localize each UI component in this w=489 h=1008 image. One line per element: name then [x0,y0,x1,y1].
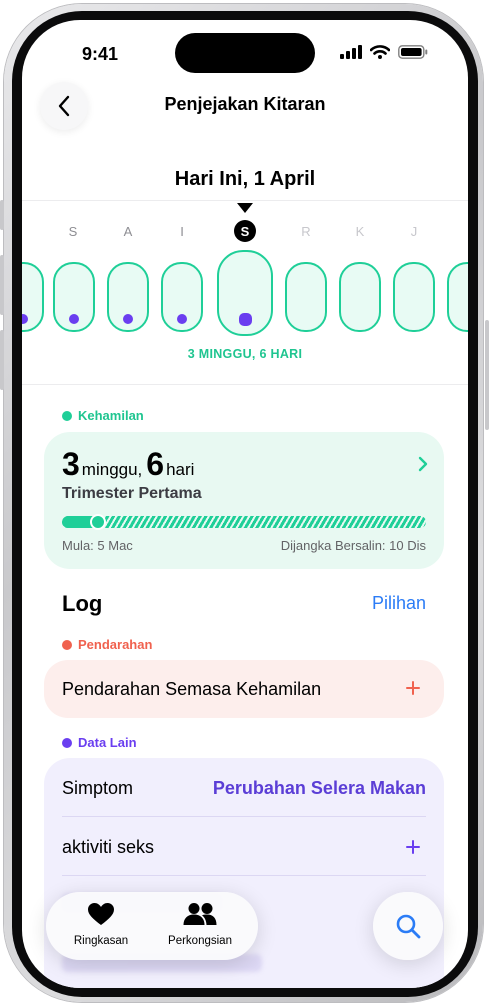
log-dot [123,314,133,324]
log-title: Log [62,591,103,616]
pregnancy-section-text: Kehamilan [78,408,144,423]
today-day-letter: S [234,220,256,242]
chevron-right-icon [418,456,428,472]
signal-icon [340,45,362,59]
heart-icon [88,903,114,925]
day-pill[interactable] [447,262,468,332]
date-header: Hari Ini, 1 April [174,168,316,190]
calendar-divider [22,384,468,385]
day-letter: R [301,224,311,239]
log-dot [22,314,28,324]
pregnancy-bullet [62,410,72,421]
weeks-value: 3 [62,446,80,482]
sex-activity-label: aktiviti seks [62,837,155,857]
pregnancy-duration-label: 3 MINGGU, 6 HARI [187,347,303,361]
bleeding-bullet [62,639,72,650]
pregnancy-start-date: Mula: 5 Mac [62,538,133,553]
day-pill[interactable] [107,262,149,332]
page-title: Penjejakan Kitaran [164,94,326,114]
bleeding-section-label: Pendarahan [62,637,152,652]
pregnancy-due-date: Dijangka Bersalin: 10 Dis [280,538,426,553]
plus-icon [406,840,420,854]
people-icon [183,903,217,925]
bleeding-card[interactable]: Pendarahan Semasa Kehamilan [44,660,444,718]
dynamic-island [175,33,315,73]
other-data-section-label: Data Lain [62,735,137,750]
pregnancy-section-label: Kehamilan [62,408,144,423]
symptom-value[interactable]: Perubahan Selera Makan [213,778,426,799]
battery-icon [398,45,428,59]
phone-power-button [485,320,489,430]
row-divider [62,816,426,817]
log-dot [177,314,187,324]
bleeding-section-text: Pendarahan [78,637,153,652]
phone-action-button [0,200,4,230]
tab-sharing[interactable]: Perkongsian [150,902,250,947]
wifi-icon [370,45,390,59]
tab-summary[interactable]: Ringkasan [51,902,151,947]
tab-sharing-label: Perkongsian [168,935,232,947]
screen: 9:41 Penjejakan Kitaran Hari Ini, 1 Apri… [22,20,468,988]
days-unit: hari [166,460,195,479]
day-pill[interactable] [339,262,381,332]
tab-summary-label: Ringkasan [73,935,129,947]
plus-icon [406,681,420,695]
today-pointer [237,203,253,213]
date-divider [22,200,468,201]
log-dot [238,313,252,326]
tab-bar: Ringkasan Perkongsian [46,892,258,960]
pregnancy-card[interactable]: 3 minggu, 6 hari Trimester Pertama Mula: 5 … [44,432,444,569]
status-time: 9:41 [82,44,119,64]
bleeding-row-label: Pendarahan Semasa Kehamilan [62,679,322,699]
day-pill[interactable] [393,262,435,332]
day-pill-today[interactable] [217,250,273,336]
day-pill[interactable] [53,262,95,332]
add-bleeding-button[interactable] [406,675,420,701]
trimester-label: Trimester Pertama [62,485,202,502]
days-value: 6 [146,446,165,482]
row-divider [62,875,426,876]
phone-volume-up [0,255,4,315]
day-letter: J [410,224,418,239]
day-letter: S [68,224,78,239]
search-button[interactable] [373,892,443,960]
day-pill[interactable] [285,262,327,332]
pregnancy-weeks-days: 3 minggu, 6 hari [62,446,198,483]
options-button[interactable]: Pilihan [372,593,426,614]
day-pill[interactable] [22,262,44,332]
symptom-label: Simptom [62,778,134,798]
status-icons [340,45,428,59]
search-icon [396,914,421,939]
other-data-section-text: Data Lain [78,735,137,750]
phone-volume-down [0,330,4,390]
weeks-unit: minggu, [81,460,143,479]
log-dot [69,314,79,324]
add-sex-activity-button[interactable] [406,834,420,860]
day-pill[interactable] [161,262,203,332]
day-letter: A [123,224,133,239]
day-letter: I [180,224,184,239]
day-letter: K [355,224,365,239]
pregnancy-progress-bar [62,516,426,528]
other-data-bullet [62,737,72,748]
